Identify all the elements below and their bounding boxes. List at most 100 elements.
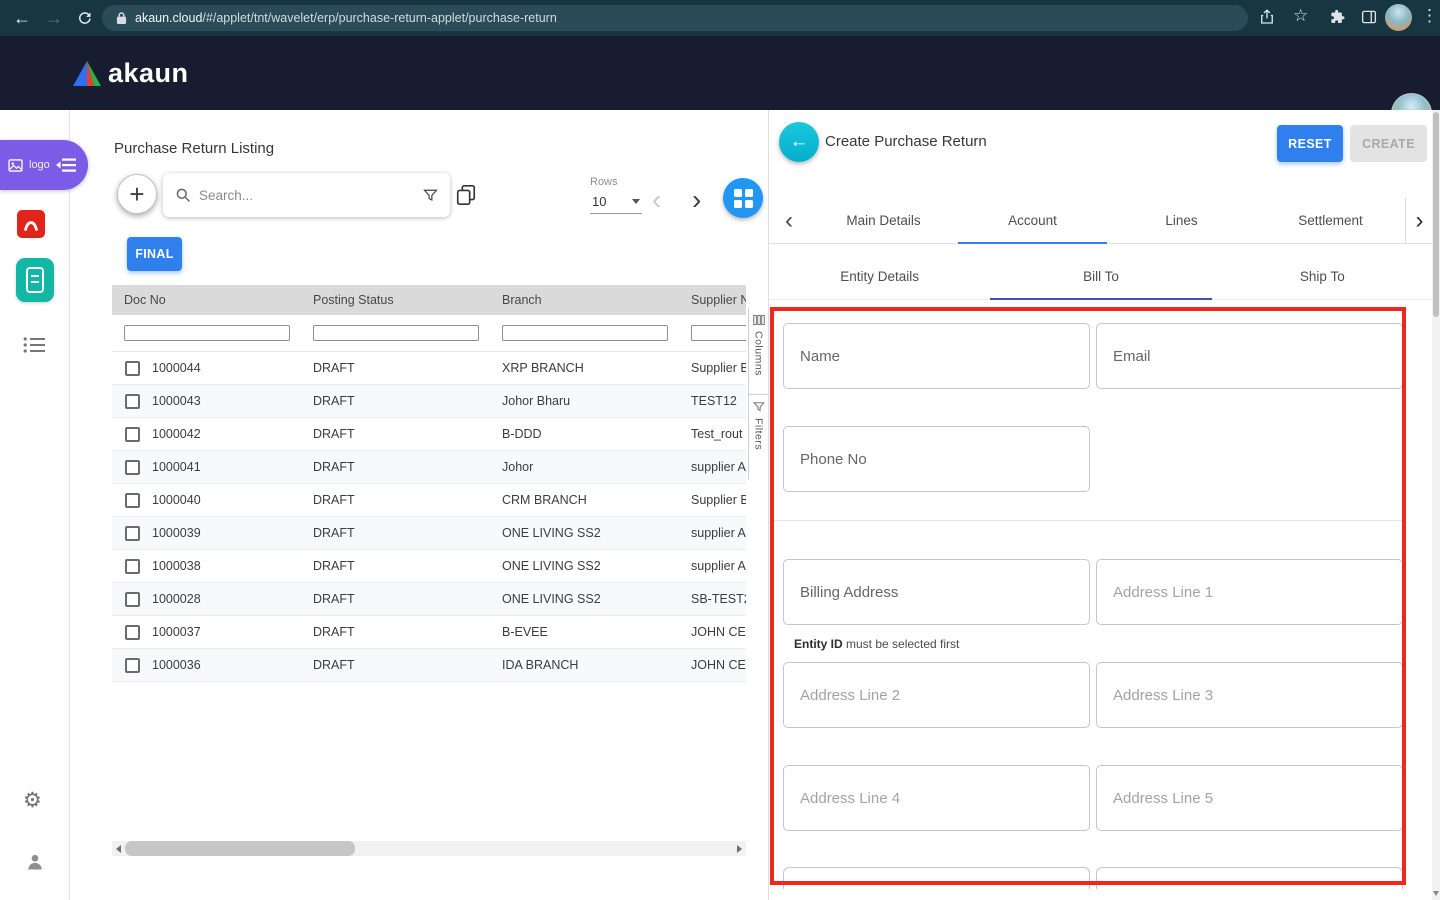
- table-row[interactable]: 1000037 DRAFT B-EVEE JOHN CENA: [112, 616, 746, 649]
- duplicate-button[interactable]: [455, 184, 479, 208]
- subtab-bill-to[interactable]: Bill To: [990, 253, 1211, 299]
- sidebar-item-listing[interactable]: [23, 336, 45, 359]
- cell-branch: CRM BRANCH: [490, 493, 679, 507]
- add-purchase-return-button[interactable]: +: [117, 174, 157, 214]
- address-bar[interactable]: akaun.cloud/#/applet/tnt/wavelet/erp/pur…: [102, 5, 1248, 31]
- row-checkbox[interactable]: [125, 394, 140, 409]
- table-row[interactable]: 1000038 DRAFT ONE LIVING SS2 supplier AA: [112, 550, 746, 583]
- bookmark-star-icon[interactable]: ☆: [1293, 6, 1308, 26]
- table-row[interactable]: 1000028 DRAFT ONE LIVING SS2 SB-TEST2: [112, 583, 746, 616]
- address-line-3-placeholder: Address Line 3: [1113, 687, 1213, 704]
- horizontal-scrollbar-thumb[interactable]: [125, 841, 355, 856]
- scroll-right-arrow[interactable]: [737, 845, 742, 853]
- row-checkbox[interactable]: [125, 460, 140, 475]
- cell-branch: ONE LIVING SS2: [490, 559, 679, 573]
- filter-icon[interactable]: [423, 188, 438, 203]
- url-path: /#/applet/tnt/wavelet/erp/purchase-retur…: [202, 11, 556, 25]
- rows-per-page[interactable]: Rows 10: [590, 176, 646, 214]
- row-checkbox[interactable]: [125, 625, 140, 640]
- tab-settlement[interactable]: Settlement: [1256, 198, 1405, 243]
- name-field[interactable]: Name: [783, 323, 1090, 389]
- filters-toggle-button[interactable]: Filters: [749, 394, 768, 481]
- table-row[interactable]: 1000039 DRAFT ONE LIVING SS2 supplier AA: [112, 517, 746, 550]
- scroll-down-arrow[interactable]: [1433, 891, 1439, 896]
- address-line-1-field[interactable]: Address Line 1: [1096, 559, 1403, 625]
- browser-profile-avatar[interactable]: [1385, 4, 1412, 31]
- filter-input-posting-status[interactable]: [313, 325, 479, 341]
- vertical-scrollbar-thumb[interactable]: [1433, 112, 1439, 317]
- row-checkbox[interactable]: [125, 559, 140, 574]
- address-line-4-field[interactable]: Address Line 4: [783, 765, 1090, 831]
- reset-button[interactable]: RESET: [1277, 125, 1343, 162]
- row-checkbox[interactable]: [125, 493, 140, 508]
- row-checkbox[interactable]: [125, 592, 140, 607]
- helper-rest-text: must be selected first: [843, 637, 960, 651]
- table-row[interactable]: 1000044 DRAFT XRP BRANCH Supplier B: [112, 352, 746, 385]
- create-button[interactable]: CREATE: [1350, 125, 1427, 162]
- row-checkbox[interactable]: [125, 658, 140, 673]
- table-row[interactable]: 1000040 DRAFT CRM BRANCH Supplier B: [112, 484, 746, 517]
- browser-back-icon[interactable]: ←: [10, 6, 34, 30]
- akaun-triangle-icon: [72, 60, 102, 87]
- browser-menu-icon[interactable]: ⋮: [1421, 6, 1437, 26]
- row-checkbox[interactable]: [125, 427, 140, 442]
- side-panel-icon[interactable]: [1360, 8, 1378, 31]
- ledger-icon: [26, 267, 44, 293]
- table-row[interactable]: 1000036 DRAFT IDA BRANCH JOHN CENA: [112, 649, 746, 682]
- sidebar-item-pdf-applet[interactable]: [17, 210, 45, 238]
- tabs-scroll-right-button[interactable]: ›: [1405, 198, 1433, 243]
- table-row[interactable]: 1000042 DRAFT B-DDD Test_rout: [112, 418, 746, 451]
- horizontal-scrollbar: [112, 841, 746, 856]
- table-row[interactable]: 1000043 DRAFT Johor Bharu TEST12: [112, 385, 746, 418]
- rows-per-page-select[interactable]: 10: [590, 194, 642, 214]
- column-header-posting-status: Posting Status: [301, 293, 490, 307]
- subtab-ship-to[interactable]: Ship To: [1212, 253, 1433, 299]
- browser-forward-icon[interactable]: →: [42, 6, 66, 30]
- tab-label: Lines: [1165, 213, 1197, 228]
- search-input[interactable]: [199, 188, 415, 203]
- partial-field-right[interactable]: [1096, 867, 1403, 889]
- tabs-scroll-left-button[interactable]: ‹: [769, 198, 809, 243]
- cell-posting-status: DRAFT: [301, 592, 490, 606]
- filter-input-supplier[interactable]: [691, 325, 746, 341]
- page: ← → akaun.cloud/#/applet/tnt/wavelet/erp…: [0, 0, 1440, 900]
- browser-reload-icon[interactable]: [72, 6, 96, 30]
- address-line-5-field[interactable]: Address Line 5: [1096, 765, 1403, 831]
- applet-grid-button[interactable]: [723, 178, 763, 218]
- filter-input-branch[interactable]: [502, 325, 668, 341]
- settings-gear-icon[interactable]: ⚙: [23, 788, 42, 813]
- cell-doc-no: 1000042: [152, 427, 201, 441]
- email-field[interactable]: Email: [1096, 323, 1403, 389]
- subtab-entity-details[interactable]: Entity Details: [769, 253, 990, 299]
- acrobat-icon: [21, 215, 41, 233]
- scroll-left-arrow[interactable]: [116, 845, 121, 853]
- tab-main-details[interactable]: Main Details: [809, 198, 958, 243]
- phone-field[interactable]: Phone No: [783, 426, 1090, 492]
- billing-address-field[interactable]: Billing Address: [783, 559, 1090, 625]
- filter-input-doc-no[interactable]: [124, 325, 290, 341]
- tab-account[interactable]: Account: [958, 198, 1107, 243]
- tab-lines[interactable]: Lines: [1107, 198, 1256, 243]
- row-checkbox[interactable]: [125, 361, 140, 376]
- filters-icon: [753, 401, 765, 413]
- next-page-button[interactable]: ›: [692, 186, 701, 214]
- extensions-icon[interactable]: [1328, 8, 1346, 31]
- profile-person-icon[interactable]: [25, 852, 45, 877]
- address-line-3-field[interactable]: Address Line 3: [1096, 662, 1403, 728]
- table-row[interactable]: 1000041 DRAFT Johor supplier AA: [112, 451, 746, 484]
- cell-supplier: Test_rout: [679, 427, 746, 441]
- columns-toggle-button[interactable]: Columns: [749, 308, 768, 394]
- address-line-2-field[interactable]: Address Line 2: [783, 662, 1090, 728]
- cell-doc-no: 1000036: [152, 658, 201, 672]
- share-icon[interactable]: [1258, 8, 1276, 31]
- sidebar-item-ledger-applet[interactable]: [16, 258, 54, 302]
- sidebar-logo-pill[interactable]: logo: [0, 140, 88, 190]
- phone-placeholder: Phone No: [800, 451, 867, 468]
- previous-page-button[interactable]: ‹: [652, 186, 661, 214]
- cell-doc-no: 1000041: [152, 460, 201, 474]
- final-filter-button[interactable]: FINAL: [127, 237, 182, 271]
- rows-label: Rows: [590, 176, 646, 188]
- row-checkbox[interactable]: [125, 526, 140, 541]
- partial-field-left[interactable]: [783, 867, 1090, 889]
- back-button[interactable]: ←: [779, 122, 819, 162]
